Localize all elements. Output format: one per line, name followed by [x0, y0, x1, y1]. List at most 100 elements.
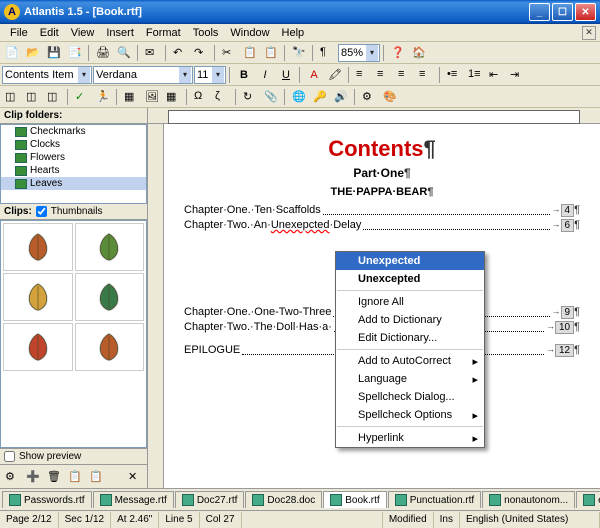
- tool-button[interactable]: 🔑: [310, 88, 330, 106]
- highlight-button[interactable]: 🖍: [325, 66, 345, 84]
- align-justify-button[interactable]: ≡: [416, 66, 436, 84]
- vertical-ruler[interactable]: [148, 124, 164, 488]
- context-menu-item[interactable]: Edit Dictionary...: [336, 329, 484, 347]
- menu-help[interactable]: Help: [276, 25, 311, 41]
- font-combo[interactable]: Verdana: [93, 66, 193, 84]
- menu-format[interactable]: Format: [140, 25, 187, 41]
- align-right-button[interactable]: ≡: [395, 66, 415, 84]
- redo-button[interactable]: ↷: [191, 44, 211, 62]
- spellcheck-button[interactable]: ✓: [72, 88, 92, 106]
- document-tab[interactable]: Doc28.doc: [245, 491, 322, 508]
- align-left-button[interactable]: ≡: [353, 66, 373, 84]
- folder-list[interactable]: Checkmarks Clocks Flowers Hearts Leaves: [0, 124, 147, 204]
- font-size-combo[interactable]: 11: [194, 66, 226, 84]
- tool-button[interactable]: ◫: [2, 88, 22, 106]
- document-tab[interactable]: Doc27.rtf: [175, 491, 245, 508]
- mdi-close-button[interactable]: ✕: [582, 26, 596, 40]
- context-menu-item[interactable]: Spellcheck Dialog...: [336, 388, 484, 406]
- document-tab[interactable]: english.txt: [576, 491, 600, 508]
- tool-button[interactable]: Ω: [191, 88, 211, 106]
- style-combo[interactable]: Contents Item: [2, 66, 92, 84]
- find-button[interactable]: 🔭: [289, 44, 309, 62]
- clip-tool-button[interactable]: 📋: [86, 468, 106, 486]
- undo-button[interactable]: ↶: [170, 44, 190, 62]
- tool-button[interactable]: ↻: [240, 88, 260, 106]
- tool-button[interactable]: ◫: [44, 88, 64, 106]
- open-button[interactable]: 📂: [23, 44, 43, 62]
- tool-button[interactable]: 📎: [261, 88, 281, 106]
- italic-button[interactable]: I: [255, 66, 275, 84]
- show-preview-checkbox[interactable]: [4, 451, 15, 462]
- tool-button[interactable]: ▦: [121, 88, 141, 106]
- clip-tool-button[interactable]: 🗑: [44, 468, 64, 486]
- folder-item[interactable]: Flowers: [1, 151, 146, 164]
- print-button[interactable]: 🖨: [93, 44, 113, 62]
- thumbnails-checkbox[interactable]: [36, 206, 47, 217]
- underline-button[interactable]: U: [276, 66, 296, 84]
- tool-button[interactable]: ⚙: [359, 88, 379, 106]
- increase-indent-button[interactable]: ⇥: [507, 66, 527, 84]
- maximize-button[interactable]: ☐: [552, 3, 573, 21]
- tool-button[interactable]: 🖼: [142, 88, 162, 106]
- document-tab[interactable]: Message.rtf: [93, 491, 174, 508]
- horizontal-ruler[interactable]: [148, 108, 600, 124]
- clip-item[interactable]: [75, 273, 145, 321]
- zoom-combo[interactable]: 85%: [338, 44, 380, 62]
- home-button[interactable]: 🏠: [409, 44, 429, 62]
- menu-insert[interactable]: Insert: [100, 25, 140, 41]
- font-color-button[interactable]: A: [304, 66, 324, 84]
- bold-button[interactable]: B: [234, 66, 254, 84]
- folder-item[interactable]: Hearts: [1, 164, 146, 177]
- clip-item[interactable]: [3, 273, 73, 321]
- tool-button[interactable]: ▦: [163, 88, 183, 106]
- clip-tool-button[interactable]: ➕: [23, 468, 43, 486]
- copy-button[interactable]: 📋: [240, 44, 260, 62]
- clip-tool-button[interactable]: 📋: [65, 468, 85, 486]
- clip-item[interactable]: [3, 223, 73, 271]
- menu-tools[interactable]: Tools: [187, 25, 225, 41]
- tool-button[interactable]: ζ: [212, 88, 232, 106]
- email-button[interactable]: ✉: [142, 44, 162, 62]
- document-tab[interactable]: Punctuation.rtf: [388, 491, 481, 508]
- tool-button[interactable]: 🔊: [331, 88, 351, 106]
- menu-window[interactable]: Window: [224, 25, 275, 41]
- folder-item[interactable]: Leaves: [1, 177, 146, 190]
- paste-button[interactable]: 📋: [261, 44, 281, 62]
- align-center-button[interactable]: ≡: [374, 66, 394, 84]
- pilcrow-button[interactable]: ¶: [317, 44, 337, 62]
- tool-button[interactable]: 🌐: [289, 88, 309, 106]
- print-preview-button[interactable]: 🔍: [114, 44, 134, 62]
- menu-edit[interactable]: Edit: [34, 25, 65, 41]
- decrease-indent-button[interactable]: ⇤: [486, 66, 506, 84]
- context-menu-item[interactable]: Hyperlink▸: [336, 429, 484, 447]
- context-menu-item[interactable]: Spellcheck Options▸: [336, 406, 484, 424]
- context-menu-item[interactable]: Ignore All: [336, 293, 484, 311]
- misspelled-word[interactable]: Unexepcted: [271, 219, 330, 231]
- document-tab[interactable]: nonautonom...: [482, 491, 575, 508]
- tool-button[interactable]: 🎨: [380, 88, 400, 106]
- context-menu-item[interactable]: Unexcepted: [336, 270, 484, 288]
- context-menu-item[interactable]: Add to AutoCorrect▸: [336, 352, 484, 370]
- document-tab[interactable]: Passwords.rtf: [2, 491, 92, 508]
- document-tab[interactable]: Book.rtf: [323, 491, 386, 508]
- context-menu-item[interactable]: Add to Dictionary: [336, 311, 484, 329]
- clip-tool-button[interactable]: ⚙: [2, 468, 22, 486]
- number-list-button[interactable]: 1≡: [465, 66, 485, 84]
- save-button[interactable]: 💾: [44, 44, 64, 62]
- folder-item[interactable]: Clocks: [1, 138, 146, 151]
- close-panel-button[interactable]: ✕: [125, 468, 145, 486]
- folder-item[interactable]: Checkmarks: [1, 125, 146, 138]
- clip-item[interactable]: [75, 223, 145, 271]
- tool-button[interactable]: ◫: [23, 88, 43, 106]
- minimize-button[interactable]: _: [529, 3, 550, 21]
- close-button[interactable]: ✕: [575, 3, 596, 21]
- bullet-list-button[interactable]: •≡: [444, 66, 464, 84]
- context-menu-item[interactable]: Language▸: [336, 370, 484, 388]
- menu-file[interactable]: File: [4, 25, 34, 41]
- clip-item[interactable]: [3, 323, 73, 371]
- context-menu-item[interactable]: Unexpected: [336, 252, 484, 270]
- help-button[interactable]: ❓: [388, 44, 408, 62]
- menu-view[interactable]: View: [65, 25, 101, 41]
- new-button[interactable]: 📄: [2, 44, 22, 62]
- save-all-button[interactable]: 📑: [65, 44, 85, 62]
